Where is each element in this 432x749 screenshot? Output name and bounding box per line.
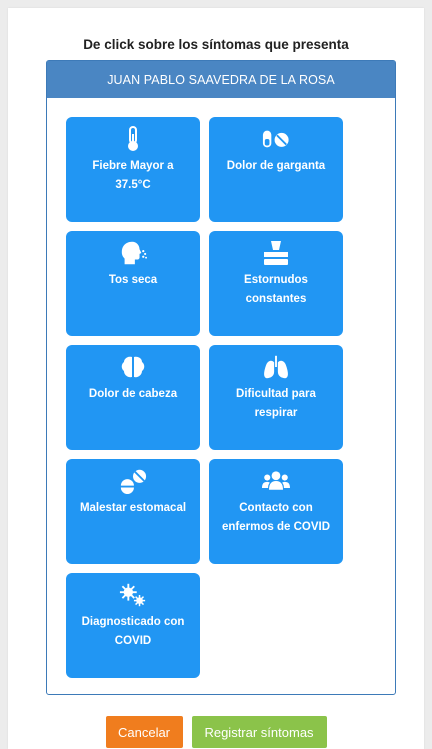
cancel-button[interactable]: Cancelar — [105, 716, 183, 748]
register-symptoms-button[interactable]: Registrar síntomas — [191, 716, 327, 748]
symptom-label: Diagnosticado con COVID — [81, 616, 185, 647]
symptom-covid-diagnosed-tile[interactable]: Diagnosticado con COVID — [66, 573, 200, 678]
symptom-label: Estornudos constantes — [244, 274, 308, 305]
symptom-sore-throat-tile[interactable]: Dolor de garganta — [209, 117, 343, 222]
thermometer-icon — [119, 125, 147, 153]
symptom-label: Contacto con enfermos de COVID — [222, 502, 330, 533]
symptom-covid-contact-tile[interactable]: Contacto con enfermos de COVID — [209, 459, 343, 564]
symptom-sneezing-tile[interactable]: Estornudos constantes — [209, 231, 343, 336]
symptom-label: Tos seca — [108, 274, 158, 286]
symptom-label: Fiebre Mayor a 37.5°C — [92, 160, 174, 191]
form-actions: Cancelar Registrar síntomas — [8, 716, 424, 748]
symptom-label: Dolor de cabeza — [88, 388, 178, 400]
symptom-dry-cough-tile[interactable]: Tos seca — [66, 231, 200, 336]
pills-icon — [262, 125, 290, 153]
tablets-icon — [119, 467, 147, 495]
symptom-breathing-tile[interactable]: Dificultad para respirar — [209, 345, 343, 450]
patient-name-header: JUAN PABLO SAAVEDRA DE LA ROSA — [47, 61, 395, 98]
symptom-label: Dificultad para respirar — [236, 388, 316, 419]
symptom-stomach-tile[interactable]: Malestar estomacal — [66, 459, 200, 564]
tissue-box-icon — [262, 239, 290, 267]
people-icon — [262, 467, 290, 495]
symptom-label: Malestar estomacal — [79, 502, 187, 514]
brain-icon — [119, 353, 147, 381]
symptom-headache-tile[interactable]: Dolor de cabeza — [66, 345, 200, 450]
symptom-form-page: De click sobre los síntomas que presenta… — [8, 8, 424, 749]
symptom-fever-tile[interactable]: Fiebre Mayor a 37.5°C — [66, 117, 200, 222]
symptoms-panel: JUAN PABLO SAAVEDRA DE LA ROSA Fiebre Ma… — [46, 60, 396, 695]
instruction-text: De click sobre los síntomas que presenta — [83, 37, 349, 52]
virus-icon — [119, 581, 147, 609]
symptom-label: Dolor de garganta — [226, 160, 326, 172]
lungs-icon — [262, 353, 290, 381]
head-cough-icon — [119, 239, 147, 267]
